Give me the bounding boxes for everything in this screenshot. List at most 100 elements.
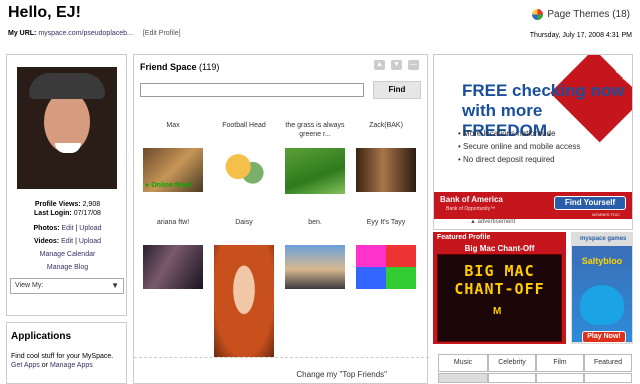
manage-blog-link[interactable]: Manage Blog <box>7 264 128 271</box>
friend-name: Zack(BAK) <box>369 122 403 129</box>
online-now-label: Online Now! <box>151 182 193 189</box>
friend-item[interactable]: Eyy It's Tayy <box>351 218 421 289</box>
game-character-icon <box>580 285 624 325</box>
friend-name: Daisy <box>235 219 253 226</box>
move-down-icon[interactable]: ▼ <box>391 60 402 70</box>
friend-name: Max <box>166 122 180 129</box>
ad-bullet: • Secure online and mobile access <box>458 142 581 151</box>
friend-space-label: Friend Space <box>140 62 197 72</box>
friend-photo[interactable] <box>356 148 416 192</box>
move-up-icon[interactable]: ▲ <box>374 60 385 70</box>
change-top-friends-link[interactable]: Change my "Top Friends" <box>296 370 387 379</box>
or-text: or <box>41 362 48 369</box>
friend-photo[interactable] <box>285 148 345 194</box>
bank-ad[interactable]: SPECIAL ONLINE ONLY OFFER FREE checking … <box>433 54 633 230</box>
friend-photo[interactable] <box>356 245 416 289</box>
applications-text: Find cool stuff for your MySpace. <box>11 353 114 360</box>
subtab[interactable] <box>584 373 632 383</box>
profile-views: Profile Views: 2,908 <box>7 201 128 208</box>
featured-art-line: BIG MAC <box>464 262 535 280</box>
friend-name: ben. <box>308 219 322 226</box>
applications-title: Applications <box>11 331 72 342</box>
profile-views-value: 2,908 <box>82 201 101 208</box>
friend-item[interactable]: ben. <box>280 218 350 289</box>
photos-upload-link[interactable]: Upload <box>79 225 101 232</box>
online-icon: ● <box>145 182 150 189</box>
friend-item[interactable]: Football Head <box>209 121 279 210</box>
featured-title[interactable]: Big Mac Chant-Off <box>433 244 566 253</box>
friend-photo[interactable] <box>215 148 273 210</box>
friend-item[interactable]: ariana ftw! <box>138 218 208 289</box>
bank-tagline: Bank of Opportunity™ <box>446 206 496 212</box>
tab-celebrity[interactable]: Celebrity <box>488 354 536 372</box>
videos-edit-link[interactable]: Edit <box>61 238 73 245</box>
friend-name: ariana ftw! <box>156 219 190 226</box>
last-login: Last Login: 07/17/08 <box>7 210 128 217</box>
friend-item[interactable]: the grass is always greene r... <box>280 121 350 194</box>
profile-panel: Profile Views: 2,908 Last Login: 07/17/0… <box>6 54 127 316</box>
friend-photo[interactable] <box>143 245 203 289</box>
current-date: Thursday, July 17, 2008 4:31 PM <box>529 32 632 39</box>
friend-item[interactable]: Daisy <box>209 218 279 357</box>
profile-url[interactable]: myspace.com/pseudoplaceb... <box>38 30 133 37</box>
friend-photo[interactable] <box>285 245 345 289</box>
subtab[interactable] <box>488 373 536 383</box>
myspace-games-label: myspace games <box>580 236 627 242</box>
game-logo: Saltybloo <box>581 256 623 266</box>
ad-bullets: • More locations nationwide • Secure onl… <box>458 127 580 166</box>
advertisement-label: ▲ advertisement <box>470 219 516 225</box>
get-apps-link[interactable]: Get Apps <box>11 362 40 369</box>
last-login-value: 07/17/08 <box>73 210 101 217</box>
page-greeting: Hello, EJ! <box>8 4 81 21</box>
ad-headline-1: FREE checking now <box>462 81 625 100</box>
find-button[interactable]: Find <box>373 81 421 99</box>
friend-item[interactable]: Zack(BAK) <box>351 121 421 192</box>
friend-photo[interactable] <box>214 245 274 357</box>
applications-panel: Applications Find cool stuff for your My… <box>6 322 127 384</box>
subtab[interactable] <box>536 373 584 383</box>
featured-art-text: BIG MAC CHANT-OFF <box>437 262 562 298</box>
photos-row: Photos: Edit | Upload <box>33 225 102 232</box>
url-row: My URL: myspace.com/pseudoplaceb... [Edi… <box>8 30 181 37</box>
manage-calendar-link[interactable]: Manage Calendar <box>7 251 128 258</box>
page-themes-link[interactable]: Page Themes (18) <box>532 9 630 20</box>
ad-bullet: • More locations nationwide <box>458 129 556 138</box>
videos-label: Videos: <box>33 238 60 245</box>
page-themes-label: Page Themes (18) <box>547 9 630 20</box>
url-label: My URL: <box>8 30 37 37</box>
profile-views-label: Profile Views: <box>34 201 81 208</box>
last-login-label: Last Login: <box>34 210 72 217</box>
featured-art-line: CHANT-OFF <box>454 280 545 298</box>
friend-space-panel: Friend Space (119) ▲ ▼ — Find Max ● Onli… <box>133 54 429 384</box>
videos-row: Videos: Edit | Upload <box>33 238 102 245</box>
palette-icon <box>532 9 544 20</box>
ad-bullet: • No direct deposit required <box>458 155 555 164</box>
play-now-button[interactable]: Play Now! <box>582 331 626 343</box>
photos-label: Photos: <box>33 225 60 232</box>
find-yourself-button[interactable]: Find Yourself <box>554 196 626 210</box>
mcdonalds-logo-icon: M <box>493 306 502 317</box>
member-fdic: MEMBER FDIC <box>592 212 620 217</box>
photos-edit-link[interactable]: Edit <box>62 225 74 232</box>
profile-photo[interactable] <box>17 67 117 189</box>
manage-apps-link[interactable]: Manage Apps <box>50 362 93 369</box>
bank-logo: Bank of America <box>440 195 503 204</box>
friend-count: (119) <box>199 62 220 72</box>
videos-upload-link[interactable]: Upload <box>79 238 101 245</box>
friend-name: Football Head <box>222 122 266 129</box>
subtab[interactable] <box>438 373 488 383</box>
friend-search-input[interactable] <box>140 83 364 97</box>
friend-name: Eyy It's Tayy <box>366 219 406 226</box>
view-my-label: View My: <box>15 282 44 289</box>
friend-name: the grass is always greene r... <box>285 122 345 138</box>
tab-film[interactable]: Film <box>536 354 584 372</box>
minimize-icon[interactable]: — <box>408 60 419 70</box>
divider <box>134 357 429 358</box>
view-my-select[interactable]: View My: ▼ <box>10 278 124 294</box>
chevron-down-icon: ▼ <box>111 281 119 290</box>
tab-music[interactable]: Music <box>438 354 488 372</box>
online-now-badge: ● Online Now! <box>145 182 192 189</box>
edit-profile-link[interactable]: [Edit Profile] <box>143 30 181 37</box>
tab-featured[interactable]: Featured <box>584 354 632 372</box>
friend-space-title: Friend Space (119) <box>140 62 219 72</box>
